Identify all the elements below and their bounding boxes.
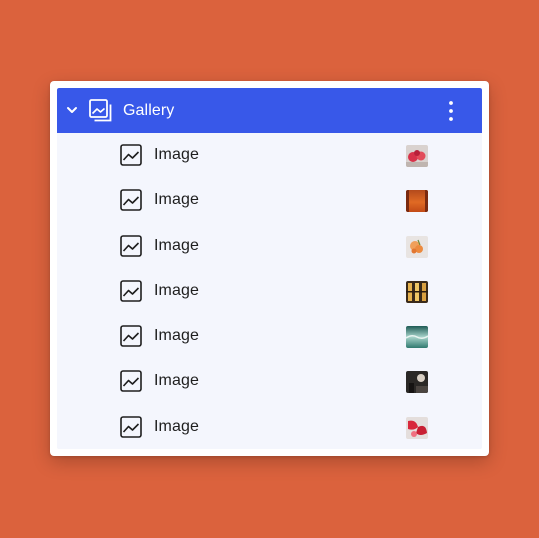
building-windows-thumbnail <box>406 280 428 303</box>
more-options-icon[interactable] <box>440 99 462 123</box>
dark-lamp-thumbnail <box>406 371 428 394</box>
gallery-block-row[interactable]: Gallery <box>57 88 482 133</box>
list-item-label: Image <box>154 417 199 435</box>
list-item-label: Image <box>154 281 199 299</box>
list-item[interactable]: Image <box>57 314 482 359</box>
list-view-panel: Gallery Image Image Image Image Image Im… <box>50 81 489 456</box>
list-item-label: Image <box>154 236 199 254</box>
image-icon <box>119 369 143 393</box>
image-icon <box>119 415 143 439</box>
image-icon <box>119 143 143 167</box>
gallery-icon <box>88 98 114 124</box>
list-item-label: Image <box>154 372 199 390</box>
gallery-children: Image Image Image Image Image Image Imag… <box>57 133 482 449</box>
image-icon <box>119 188 143 212</box>
orange-flower-thumbnail <box>406 235 428 258</box>
list-item[interactable]: Image <box>57 269 482 314</box>
block-list: Gallery Image Image Image Image Image Im… <box>57 88 482 449</box>
image-icon <box>119 279 143 303</box>
image-icon <box>119 324 143 348</box>
list-item-label: Image <box>154 146 199 163</box>
list-item-label: Image <box>154 191 199 209</box>
list-item[interactable]: Image <box>57 224 482 269</box>
red-petals-thumbnail <box>406 416 428 439</box>
list-item[interactable]: Image <box>57 405 482 449</box>
gallery-title[interactable]: Gallery <box>123 101 174 121</box>
list-item[interactable]: Image <box>57 359 482 404</box>
image-icon <box>119 234 143 258</box>
list-item[interactable]: Image <box>57 178 482 223</box>
list-item-label: Image <box>154 327 199 345</box>
list-item[interactable]: Image <box>57 133 482 178</box>
teal-wave-thumbnail <box>406 326 428 349</box>
chevron-down-icon[interactable] <box>65 103 79 117</box>
red-flowers-thumbnail <box>406 145 428 167</box>
orange-sunset-thumbnail <box>406 190 428 213</box>
